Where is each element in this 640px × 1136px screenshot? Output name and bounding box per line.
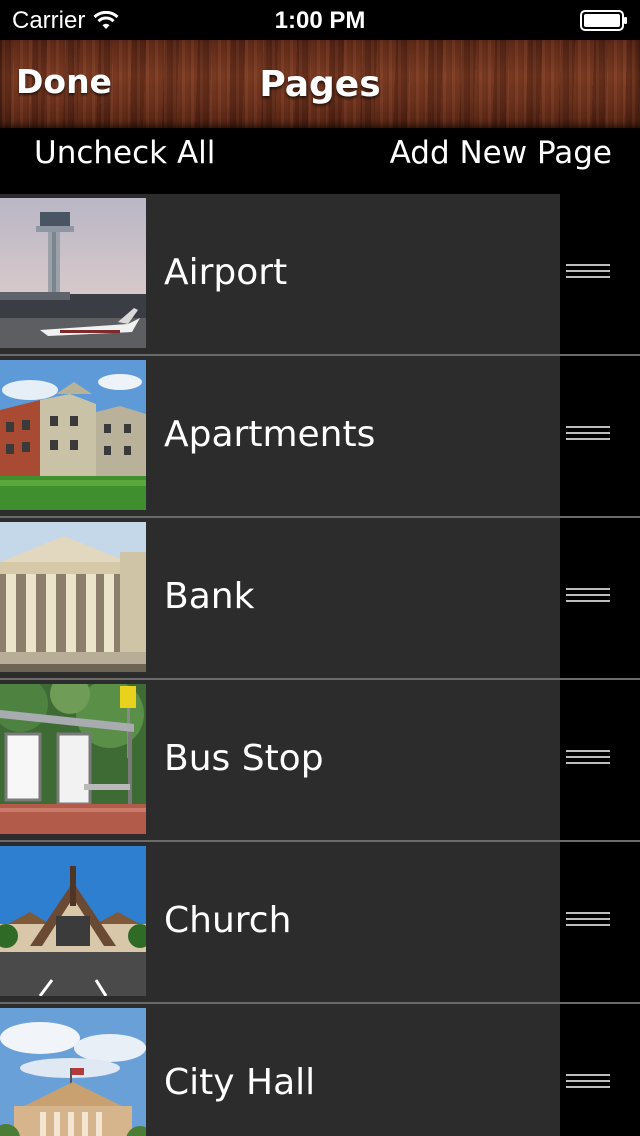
list-item[interactable]: Bus Stop [0,680,640,842]
list-item-label: Bank [164,576,255,617]
bank-thumbnail [0,522,146,672]
list-item-cell[interactable]: City Hall [0,1004,560,1136]
city-hall-thumbnail [0,1008,146,1136]
list-item-label: City Hall [164,1062,316,1103]
list-item-label: Airport [164,252,288,293]
list-item[interactable]: Bank [0,518,640,680]
add-new-page-button[interactable]: Add New Page [390,135,612,171]
reorder-handle-icon[interactable] [566,912,610,932]
reorder-handle-icon[interactable] [566,588,610,608]
list-item[interactable]: City Hall [0,1004,640,1136]
reorder-handle-icon[interactable] [566,264,610,284]
reorder-handle-icon[interactable] [566,1074,610,1094]
list-item[interactable]: Airport [0,194,640,356]
airport-thumbnail [0,198,146,348]
bus-stop-thumbnail [0,684,146,834]
battery-icon [580,10,627,31]
toolbar: Uncheck All Add New Page [0,128,640,194]
list-item-cell[interactable]: Church [0,842,560,1002]
reorder-handle-icon[interactable] [566,426,610,446]
list-item[interactable]: Church [0,842,640,1004]
status-time: 1:00 PM [274,7,366,34]
status-bar: Carrier 1:00 PM [0,0,640,40]
list-item-label: Apartments [164,414,376,455]
list-item-label: Bus Stop [164,738,324,779]
pages-screen: Carrier 1:00 PM Done Pages Uncheck All A… [0,0,640,1136]
uncheck-all-button[interactable]: Uncheck All [34,135,215,171]
church-thumbnail [0,846,146,996]
navigation-bar: Done Pages [0,40,640,128]
list-item-cell[interactable]: Airport [0,194,560,354]
page-list[interactable]: Airport Apartments Bank Bus Stop Church … [0,194,640,1136]
list-item-cell[interactable]: Apartments [0,356,560,516]
apartments-thumbnail [0,360,146,510]
reorder-handle-icon[interactable] [566,750,610,770]
page-title: Pages [259,64,381,105]
list-item-label: Church [164,900,292,941]
list-item[interactable]: Apartments [0,356,640,518]
list-item-cell[interactable]: Bank [0,518,560,678]
list-item-cell[interactable]: Bus Stop [0,680,560,840]
